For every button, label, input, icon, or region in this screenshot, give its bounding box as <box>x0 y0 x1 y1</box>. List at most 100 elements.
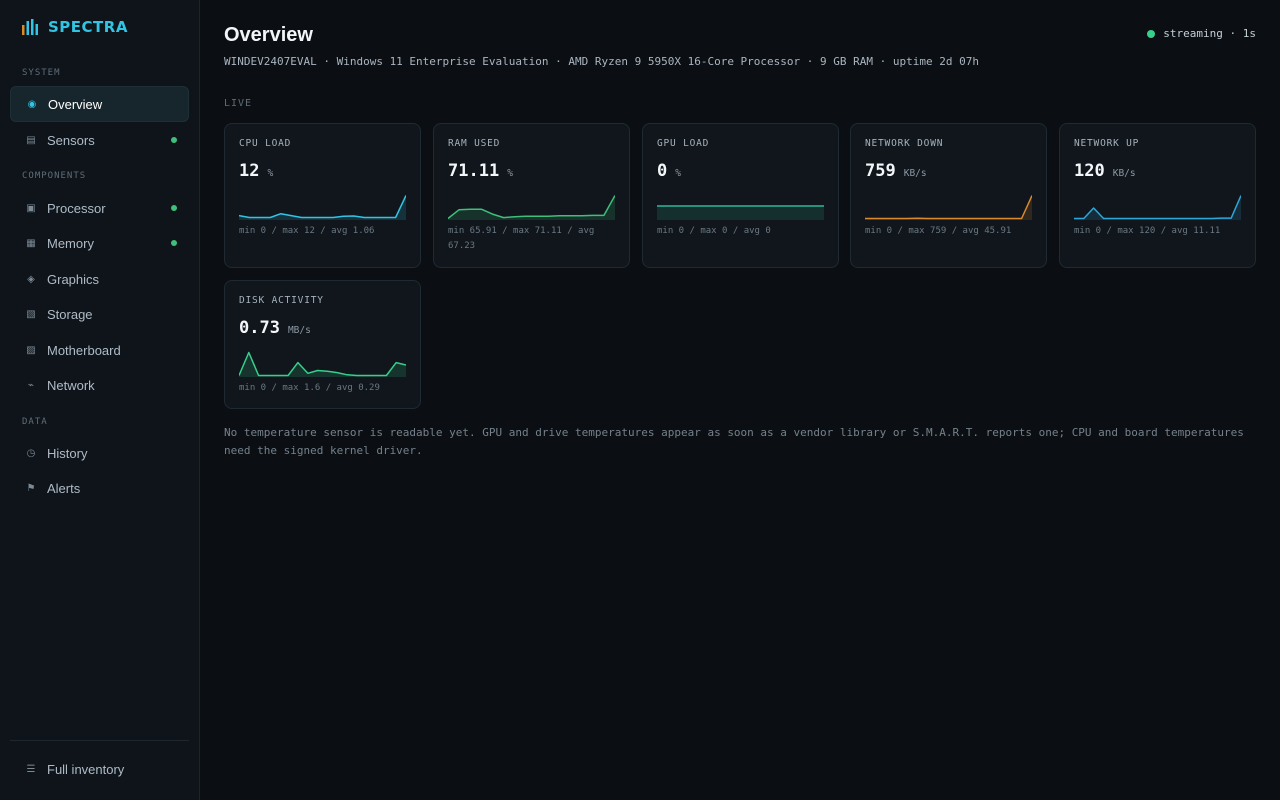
metric-label: NETWORK UP <box>1074 138 1140 149</box>
metric-unit: KB/s <box>903 168 927 179</box>
metric-card-network-up[interactable]: NETWORK UP 120 KB/s min 0 / max 120 / avg 1… <box>1059 123 1256 268</box>
metric-unit: MB/s <box>287 325 311 336</box>
live-section-label: LIVE <box>224 98 253 109</box>
sidebar-item-label: Full inventory <box>47 761 125 777</box>
section-label-data: DATA <box>22 417 48 427</box>
sidebar-item-memory[interactable]: ▦ Memory <box>10 225 189 261</box>
sidebar-item-sensors[interactable]: ▤ Sensors <box>10 122 189 158</box>
sparkline-chart <box>239 195 406 220</box>
graphics-icon: ◈ <box>27 273 35 285</box>
sparkline-area <box>1074 195 1241 220</box>
sidebar-item-label: Memory <box>47 235 94 251</box>
motherboard-icon: ▨ <box>26 344 36 356</box>
spectra-logo-icon <box>22 19 38 35</box>
metric-card-ram-used[interactable]: RAM USED 71.11% min 65.91 / max 71.11 / av… <box>433 123 630 268</box>
system-info-line: WINDEV2407EVAL · Windows 11 Enterprise E… <box>224 55 979 68</box>
sidebar: SPECTRA SYSTEM COMPONENTS DATA ◉ Overview… <box>0 0 200 800</box>
network-icon: ⌁ <box>27 379 35 391</box>
metric-unit: % <box>675 168 681 179</box>
sparkline-chart <box>448 195 615 220</box>
sidebar-item-storage[interactable]: ▧ Storage <box>10 296 189 332</box>
metric-unit: % <box>267 168 274 179</box>
sidebar-item-label: Graphics <box>47 271 100 287</box>
status-dot-icon <box>171 240 177 246</box>
metric-stats: min 0 / max 120 / avg 11.11 <box>1074 226 1221 236</box>
sparkline-line <box>865 195 1032 220</box>
sidebar-item-label: Overview <box>48 96 103 112</box>
metric-stats: min 0 / max 12 / avg 1.06 <box>239 226 375 236</box>
metric-value-row: 759 KB/s <box>865 161 927 181</box>
sidebar-item-label: History <box>47 445 88 461</box>
metric-value: 0.73 <box>239 318 280 338</box>
target-icon: ◉ <box>27 98 37 110</box>
sidebar-item-label: Sensors <box>47 132 95 148</box>
status-dot-icon <box>171 137 177 143</box>
metric-stats: min 65.91 / max 71.11 / avg 67.23 <box>448 226 595 251</box>
sidebar-item-label: Storage <box>47 306 93 322</box>
metric-label: DISK ACTIVITY <box>239 295 324 306</box>
sidebar-item-label: Motherboard <box>47 342 121 358</box>
metric-label: CPU LOAD <box>239 138 292 149</box>
metric-card-network-down[interactable]: NETWORK DOWN 759 KB/s min 0 / max 759 / avg… <box>850 123 1047 268</box>
sidebar-item-graphics[interactable]: ◈ Graphics <box>10 261 189 297</box>
sparkline-area <box>657 206 824 220</box>
metric-stats: min 0 / max 0 / avg 0 <box>657 226 771 236</box>
metric-unit: % <box>507 168 513 179</box>
sidebar-item-label: Network <box>47 377 95 393</box>
sparkline-line <box>239 195 406 219</box>
metric-card-cpu-load[interactable]: CPU LOAD 12% min 0 / max 12 / avg 1.06 <box>224 123 421 268</box>
sparkline-area <box>865 195 1032 220</box>
metric-value-row: 0.73 MB/s <box>239 318 311 338</box>
metric-value: 0 <box>657 161 668 181</box>
sparkline-chart <box>865 195 1032 220</box>
metric-label: RAM USED <box>448 138 501 149</box>
brand[interactable]: SPECTRA <box>22 18 128 36</box>
metric-value-row: 71.11% <box>448 161 513 181</box>
sidebar-item-alerts[interactable]: ⚑ Alerts <box>10 470 189 506</box>
metric-stats: min 0 / max 1.6 / avg 0.29 <box>239 383 380 393</box>
metric-value: 759 <box>865 161 896 181</box>
sparkline-chart <box>1074 195 1241 220</box>
metric-value-row: 120 KB/s <box>1074 161 1136 181</box>
metric-value-row: 0% <box>657 161 681 181</box>
metric-value: 120 <box>1074 161 1105 181</box>
flag-icon: ⚑ <box>26 482 36 494</box>
sidebar-item-label: Alerts <box>47 480 81 496</box>
status-dot-icon <box>171 205 177 211</box>
inventory-icon: ☰ <box>26 763 36 775</box>
clock-icon: ◷ <box>26 447 36 459</box>
sidebar-item-processor[interactable]: ▣ Processor <box>10 190 189 226</box>
page-title: Overview <box>224 24 313 46</box>
sparkline-chart <box>657 205 824 220</box>
status-dot-icon <box>1147 29 1156 38</box>
sidebar-item-network[interactable]: ⌁ Network <box>10 367 189 403</box>
storage-icon: ▧ <box>26 308 36 320</box>
list-icon: ▤ <box>26 134 36 146</box>
metric-card-gpu-load[interactable]: GPU LOAD 0% min 0 / max 0 / avg 0 <box>642 123 839 268</box>
memory-icon: ▦ <box>26 237 36 249</box>
metric-value-row: 12% <box>239 161 273 181</box>
metric-unit: KB/s <box>1112 168 1136 179</box>
metric-value: 12 <box>239 161 260 181</box>
metric-stats: min 0 / max 759 / avg 45.91 <box>865 226 1012 236</box>
sparkline-area <box>239 195 406 220</box>
metric-label: NETWORK DOWN <box>865 138 944 149</box>
stream-status-text: streaming · 1s <box>1163 27 1256 40</box>
metric-value: 71.11 <box>448 161 500 181</box>
stream-status: streaming · 1s <box>1147 27 1256 40</box>
temperature-notice: No temperature sensor is readable yet. G… <box>224 426 1244 457</box>
sidebar-item-label: Processor <box>47 200 106 216</box>
sidebar-divider <box>10 740 189 741</box>
metric-card-disk-activity[interactable]: DISK ACTIVITY 0.73 MB/s min 0 / max 1.6 / a… <box>224 280 421 409</box>
sparkline-area <box>239 352 406 377</box>
sidebar-item-motherboard[interactable]: ▨ Motherboard <box>10 332 189 368</box>
sidebar-item-full-inventory[interactable]: ☰ Full inventory <box>10 751 189 787</box>
sidebar-item-history[interactable]: ◷ History <box>10 435 189 471</box>
sparkline-chart <box>239 351 406 377</box>
app-name: SPECTRA <box>48 18 128 36</box>
main-content: Overview WINDEV2407EVAL · Windows 11 Ent… <box>200 0 1280 800</box>
metric-label: GPU LOAD <box>657 138 710 149</box>
section-label-components: COMPONENTS <box>22 171 87 181</box>
sidebar-item-overview[interactable]: ◉ Overview <box>10 86 189 122</box>
chip-icon: ▣ <box>26 202 36 214</box>
